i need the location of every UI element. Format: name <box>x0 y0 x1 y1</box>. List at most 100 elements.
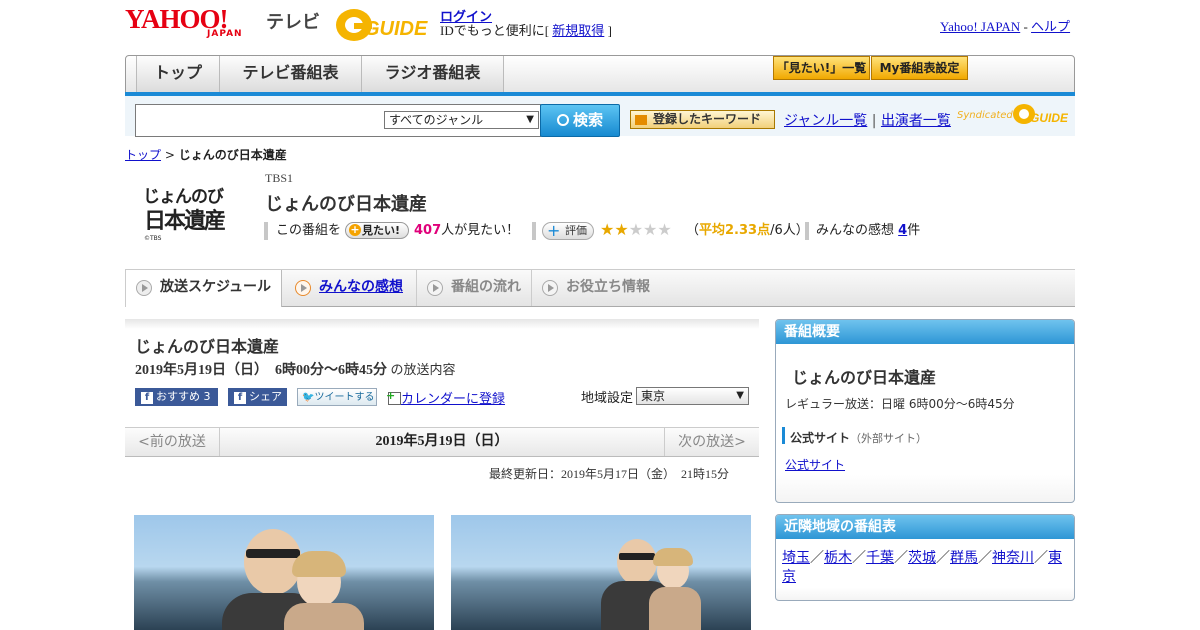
regular-broadcast: レギュラー放送：日曜 6時00分～6時45分 <box>785 397 1015 411</box>
region-sep: ／ <box>852 550 866 566</box>
region-link-4[interactable]: 群馬 <box>950 550 978 566</box>
tweet-label: ツイートする <box>314 392 375 403</box>
person-head <box>617 539 657 585</box>
genre-select[interactable]: すべてのジャンル ▼ <box>384 111 539 129</box>
id-promo-text: IDでもっと便利に[ <box>440 23 550 38</box>
calendar-register-link[interactable]: カレンダーに登録 <box>401 392 505 407</box>
facebook-share-button[interactable]: f シェア <box>228 388 287 406</box>
panel-program-title: じょんのび日本遺産 <box>135 337 280 356</box>
program-logo-copyright: ©TBS <box>144 235 162 242</box>
rating-count: /6人） <box>770 223 809 238</box>
rating-stars: ★★★★★ <box>600 219 672 241</box>
official-site-link[interactable]: 公式サイト <box>785 456 845 473</box>
rating-average-value: 平均2.33点 <box>699 223 771 238</box>
mitai-button[interactable]: + 見たい! <box>345 222 409 239</box>
impressions-unit: 件 <box>907 223 921 238</box>
last-updated: 最終更新日：2019年5月17日（金） 21時15分 <box>489 467 730 481</box>
service-name[interactable]: テレビ <box>266 8 320 34</box>
mitai-button-label: 見たい! <box>362 224 401 237</box>
gguide-small-logo: GUIDE <box>1012 102 1069 126</box>
next-broadcast-button[interactable]: 次の放送> <box>664 428 759 456</box>
program-tabs: 放送スケジュール みんなの感想 番組の流れ お役立ち情報 <box>125 269 1075 307</box>
signup-link[interactable]: 新規取得 <box>552 23 604 38</box>
tab-top[interactable]: トップ <box>136 56 220 92</box>
program-photo[interactable] <box>134 515 434 630</box>
prev-broadcast-button[interactable]: <前の放送 <box>125 428 220 456</box>
calendar-icon: + <box>386 389 401 405</box>
star-icon: ★ <box>614 220 629 239</box>
facebook-recommend-button[interactable]: f おすすめ 3 <box>135 388 218 406</box>
region-link-0[interactable]: 埼玉 <box>782 550 810 566</box>
program-logo: じょんのび 日本遺産 ©TBS <box>140 180 248 244</box>
gguide-small-text: GUIDE <box>1030 111 1068 125</box>
facebook-icon: f <box>234 392 246 404</box>
genre-select-value: すべてのジャンル <box>389 113 484 127</box>
mitai-suffix: 人が見たい！ <box>441 223 520 238</box>
divider <box>805 222 809 240</box>
search-button-label: 検索 <box>572 111 603 129</box>
region-link-3[interactable]: 茨城 <box>908 550 936 566</box>
recommend-count: 3 <box>203 390 211 403</box>
tab-impressions-label[interactable]: みんなの感想 <box>319 279 403 295</box>
my-schedule-settings-button[interactable]: My番組表設定 <box>871 56 968 80</box>
star-icon: ★ <box>657 220 672 239</box>
tab-impressions[interactable]: みんなの感想 <box>285 270 417 306</box>
mitai-list-button[interactable]: 「見たい!」一覧 <box>773 56 870 80</box>
calendar-register[interactable]: + カレンダーに登録 <box>386 388 505 407</box>
breadcrumb-sep: > <box>164 148 175 162</box>
star-icon: ★★★★★ <box>600 220 672 239</box>
person-body <box>649 587 701 630</box>
yahoo-japan-link[interactable]: Yahoo! JAPAN <box>940 19 1020 34</box>
mitai-count-value: 407 <box>414 223 442 238</box>
region-link-2[interactable]: 千葉 <box>866 550 894 566</box>
id-promo: IDでもっと便利に[ 新規取得 ] <box>440 20 612 39</box>
region-sep: ／ <box>1034 550 1048 566</box>
breadcrumb: トップ > じょんのび日本遺産 <box>125 146 287 163</box>
region-sep: ／ <box>936 550 950 566</box>
sunglasses <box>246 549 300 558</box>
person-hair <box>653 548 693 566</box>
star-icon: ★ <box>600 220 615 239</box>
twitter-icon: 🐦 <box>302 392 315 403</box>
tab-program-flow[interactable]: 番組の流れ <box>417 270 532 306</box>
tab-program-flow-label: 番組の流れ <box>451 279 521 295</box>
registered-keyword-button[interactable]: 登録したキーワード <box>630 110 775 129</box>
nearby-heading: 近隣地域の番組表 <box>776 515 1074 539</box>
chevron-down-icon: ▼ <box>736 390 744 401</box>
region-link-1[interactable]: 栃木 <box>824 550 852 566</box>
rating-average: （平均2.33点/6人） <box>686 221 809 241</box>
mitai-prefix: この番組を <box>276 223 342 238</box>
top-links-sep: - <box>1023 19 1028 34</box>
tab-broadcast-schedule[interactable]: 放送スケジュール <box>125 270 282 307</box>
genre-list-link[interactable]: ジャンル一覧 <box>784 113 867 129</box>
registered-keyword-label: 登録したキーワード <box>653 112 762 126</box>
tweet-button[interactable]: 🐦ツイートする <box>297 388 377 406</box>
region-select[interactable]: 東京 ▼ <box>636 387 749 405</box>
search-icon <box>556 114 569 126</box>
section-marker <box>782 427 785 444</box>
performer-list-link[interactable]: 出演者一覧 <box>881 113 951 129</box>
play-icon <box>427 280 443 296</box>
yahoo-logo-japan: JAPAN <box>207 29 243 39</box>
search-button[interactable]: 検索 <box>540 104 620 137</box>
divider <box>532 222 536 240</box>
official-site-heading: 公式サイト（外部サイト） <box>790 429 927 446</box>
region-label: 地域設定 <box>581 391 634 406</box>
rating-open: （ <box>686 223 700 238</box>
region-link-5[interactable]: 神奈川 <box>992 550 1034 566</box>
plus-icon: + <box>547 221 561 240</box>
impressions-summary: みんなの感想 4件 <box>816 221 920 241</box>
gguide-logo[interactable]: GUIDE <box>334 6 432 44</box>
rate-button[interactable]: + 評価 <box>542 222 594 240</box>
tab-radio-schedule[interactable]: ラジオ番組表 <box>362 56 504 92</box>
tab-tv-schedule[interactable]: テレビ番組表 <box>220 56 362 92</box>
chevron-down-icon <box>136 280 152 296</box>
play-icon <box>542 280 558 296</box>
breadcrumb-top-link[interactable]: トップ <box>125 148 161 162</box>
broadcast-datetime-suffix: の放送内容 <box>390 363 456 378</box>
program-photo[interactable] <box>451 515 751 630</box>
region-sep: ／ <box>810 550 824 566</box>
tab-useful-info[interactable]: お役立ち情報 <box>532 270 672 306</box>
help-link[interactable]: ヘルプ <box>1031 19 1070 34</box>
impressions-count-link[interactable]: 4 <box>898 223 907 238</box>
